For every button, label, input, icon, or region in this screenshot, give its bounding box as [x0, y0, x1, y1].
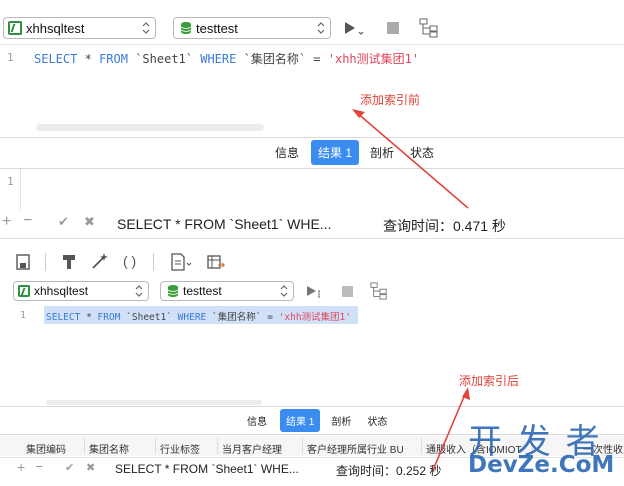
- annotation-arrow-bottom: [432, 387, 470, 471]
